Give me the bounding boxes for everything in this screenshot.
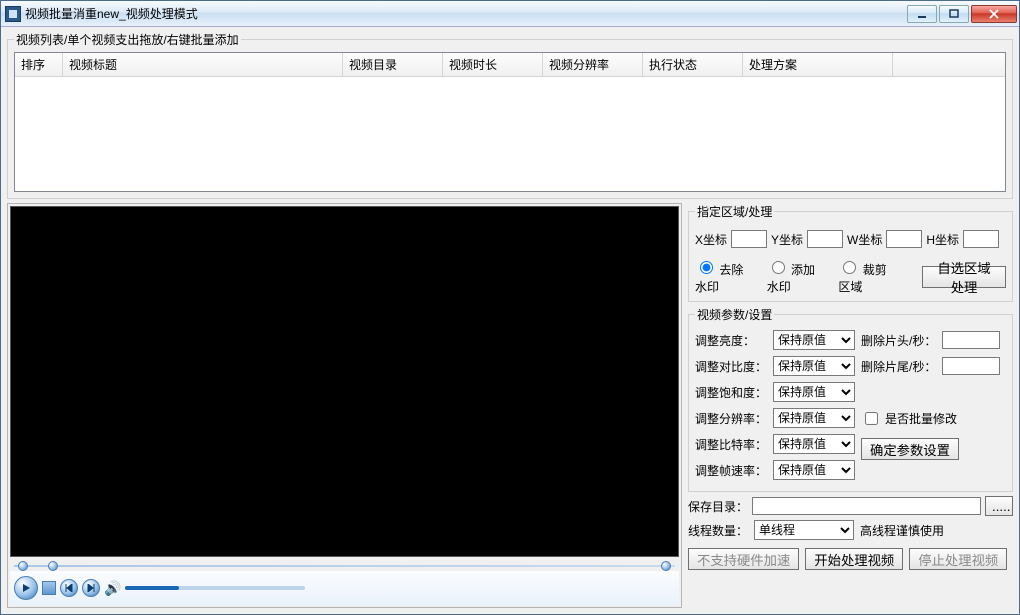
seek-track[interactable] <box>14 561 675 571</box>
titlebar: 视频批量消重new_视频处理模式 <box>1 1 1019 27</box>
close-button[interactable] <box>971 5 1017 23</box>
prev-button[interactable] <box>60 579 78 597</box>
seek-start-thumb[interactable] <box>18 561 28 571</box>
content-area: 视频列表/单个视频支出拖放/右键批量添加 排序视频标题视频目录视频时长视频分辨率… <box>1 27 1019 614</box>
next-button[interactable] <box>82 579 100 597</box>
browse-button[interactable]: ..... <box>985 496 1013 516</box>
w-input[interactable] <box>886 230 922 248</box>
radio-add-wm[interactable]: 添加水印 <box>767 258 827 295</box>
trim-head-label: 删除片头/秒： <box>861 332 936 349</box>
radio-add-wm-input[interactable] <box>772 261 785 274</box>
column-header[interactable]: 视频目录 <box>343 53 443 76</box>
column-header[interactable]: 视频时长 <box>443 53 543 76</box>
select-area-button[interactable]: 自选区域处理 <box>922 266 1006 288</box>
right-panel: 指定区域/处理 X坐标 Y坐标 W坐标 H坐标 去除水印 添加水印 <box>688 203 1013 608</box>
seek-position-thumb[interactable] <box>48 561 58 571</box>
saturation-select[interactable]: 保持原值 <box>773 382 855 402</box>
player-controls: 🔊 <box>10 571 679 605</box>
trim-tail-input[interactable] <box>942 357 1000 375</box>
window-title: 视频批量消重new_视频处理模式 <box>25 5 907 22</box>
batch-modify-input[interactable] <box>865 412 878 425</box>
window-controls <box>907 5 1017 23</box>
contrast-select[interactable]: 保持原值 <box>773 356 855 376</box>
contrast-label: 调整对比度： <box>695 358 767 375</box>
trim-head-input[interactable] <box>942 331 1000 349</box>
next-icon <box>87 584 95 592</box>
hw-accel-button[interactable]: 不支持硬件加速 <box>688 548 799 570</box>
thread-row: 线程数量： 单线程 高线程谨慎使用 <box>688 520 1013 540</box>
stop-processing-button[interactable]: 停止处理视频 <box>909 548 1007 570</box>
thread-label: 线程数量： <box>688 522 748 539</box>
prev-icon <box>65 584 73 592</box>
volume-slider[interactable] <box>125 586 305 590</box>
volume-fill <box>125 586 179 590</box>
video-table-body[interactable] <box>15 77 1005 191</box>
app-icon <box>5 6 21 22</box>
trim-tail-label: 删除片尾/秒： <box>861 358 936 375</box>
play-icon <box>21 583 31 593</box>
framerate-label: 调整帧速率： <box>695 462 767 479</box>
video-table-header: 排序视频标题视频目录视频时长视频分辨率执行状态处理方案 <box>15 53 1005 77</box>
minimize-button[interactable] <box>907 5 937 23</box>
x-label: X坐标 <box>695 231 727 248</box>
media-player: 🔊 <box>7 203 682 608</box>
close-icon <box>988 9 1000 19</box>
stop-button[interactable] <box>42 581 56 595</box>
area-group: 指定区域/处理 X坐标 Y坐标 W坐标 H坐标 去除水印 添加水印 <box>688 203 1013 302</box>
thread-select[interactable]: 单线程 <box>754 520 854 540</box>
params-legend: 视频参数/设置 <box>695 306 774 323</box>
column-header[interactable]: 视频分辨率 <box>543 53 643 76</box>
seek-line <box>14 565 675 567</box>
resolution-select[interactable]: 保持原值 <box>773 408 855 428</box>
video-list-group: 视频列表/单个视频支出拖放/右键批量添加 排序视频标题视频目录视频时长视频分辨率… <box>7 31 1013 199</box>
column-header[interactable]: 视频标题 <box>63 53 343 76</box>
column-header[interactable]: 排序 <box>15 53 63 76</box>
column-header[interactable]: 执行状态 <box>643 53 743 76</box>
brightness-select[interactable]: 保持原值 <box>773 330 855 350</box>
seek-end-thumb[interactable] <box>661 561 671 571</box>
volume-icon[interactable]: 🔊 <box>104 580 121 597</box>
x-input[interactable] <box>731 230 767 248</box>
saturation-label: 调整饱和度： <box>695 384 767 401</box>
start-processing-button[interactable]: 开始处理视频 <box>805 548 903 570</box>
bitrate-select[interactable]: 保持原值 <box>773 434 855 454</box>
params-group: 视频参数/设置 调整亮度： 保持原值 调整对比度： 保持原值 <box>688 306 1013 492</box>
lower-area: 🔊 指定区域/处理 X坐标 Y坐标 W坐标 <box>7 203 1013 608</box>
area-legend: 指定区域/处理 <box>695 203 774 220</box>
save-dir-label: 保存目录： <box>688 498 748 515</box>
video-list-legend: 视频列表/单个视频支出拖放/右键批量添加 <box>14 31 241 48</box>
radio-crop[interactable]: 裁剪区域 <box>838 258 898 295</box>
bottom-buttons: 不支持硬件加速 开始处理视频 停止处理视频 <box>688 548 1013 570</box>
framerate-select[interactable]: 保持原值 <box>773 460 855 480</box>
video-table[interactable]: 排序视频标题视频目录视频时长视频分辨率执行状态处理方案 <box>14 52 1006 192</box>
confirm-params-button[interactable]: 确定参数设置 <box>861 438 959 460</box>
resolution-label: 调整分辨率： <box>695 410 767 427</box>
app-window: 视频批量消重new_视频处理模式 视频列表/单个视频支出拖放/右键批量添加 排序… <box>0 0 1020 615</box>
y-label: Y坐标 <box>771 231 803 248</box>
maximize-icon <box>948 9 960 19</box>
thread-note: 高线程谨慎使用 <box>860 522 944 539</box>
h-input[interactable] <box>963 230 999 248</box>
radio-crop-input[interactable] <box>843 261 856 274</box>
minimize-icon <box>916 9 928 19</box>
h-label: H坐标 <box>926 231 959 248</box>
play-button[interactable] <box>14 576 38 600</box>
save-dir-row: 保存目录： ..... <box>688 496 1013 516</box>
w-label: W坐标 <box>847 231 882 248</box>
y-input[interactable] <box>807 230 843 248</box>
save-dir-input[interactable] <box>752 497 981 515</box>
brightness-label: 调整亮度： <box>695 332 767 349</box>
batch-modify-checkbox[interactable]: 是否批量修改 <box>861 409 1006 428</box>
column-header[interactable]: 处理方案 <box>743 53 893 76</box>
video-canvas[interactable] <box>10 206 679 557</box>
radio-remove-wm[interactable]: 去除水印 <box>695 258 755 295</box>
maximize-button[interactable] <box>939 5 969 23</box>
radio-remove-wm-input[interactable] <box>700 261 713 274</box>
bitrate-label: 调整比特率： <box>695 436 767 453</box>
